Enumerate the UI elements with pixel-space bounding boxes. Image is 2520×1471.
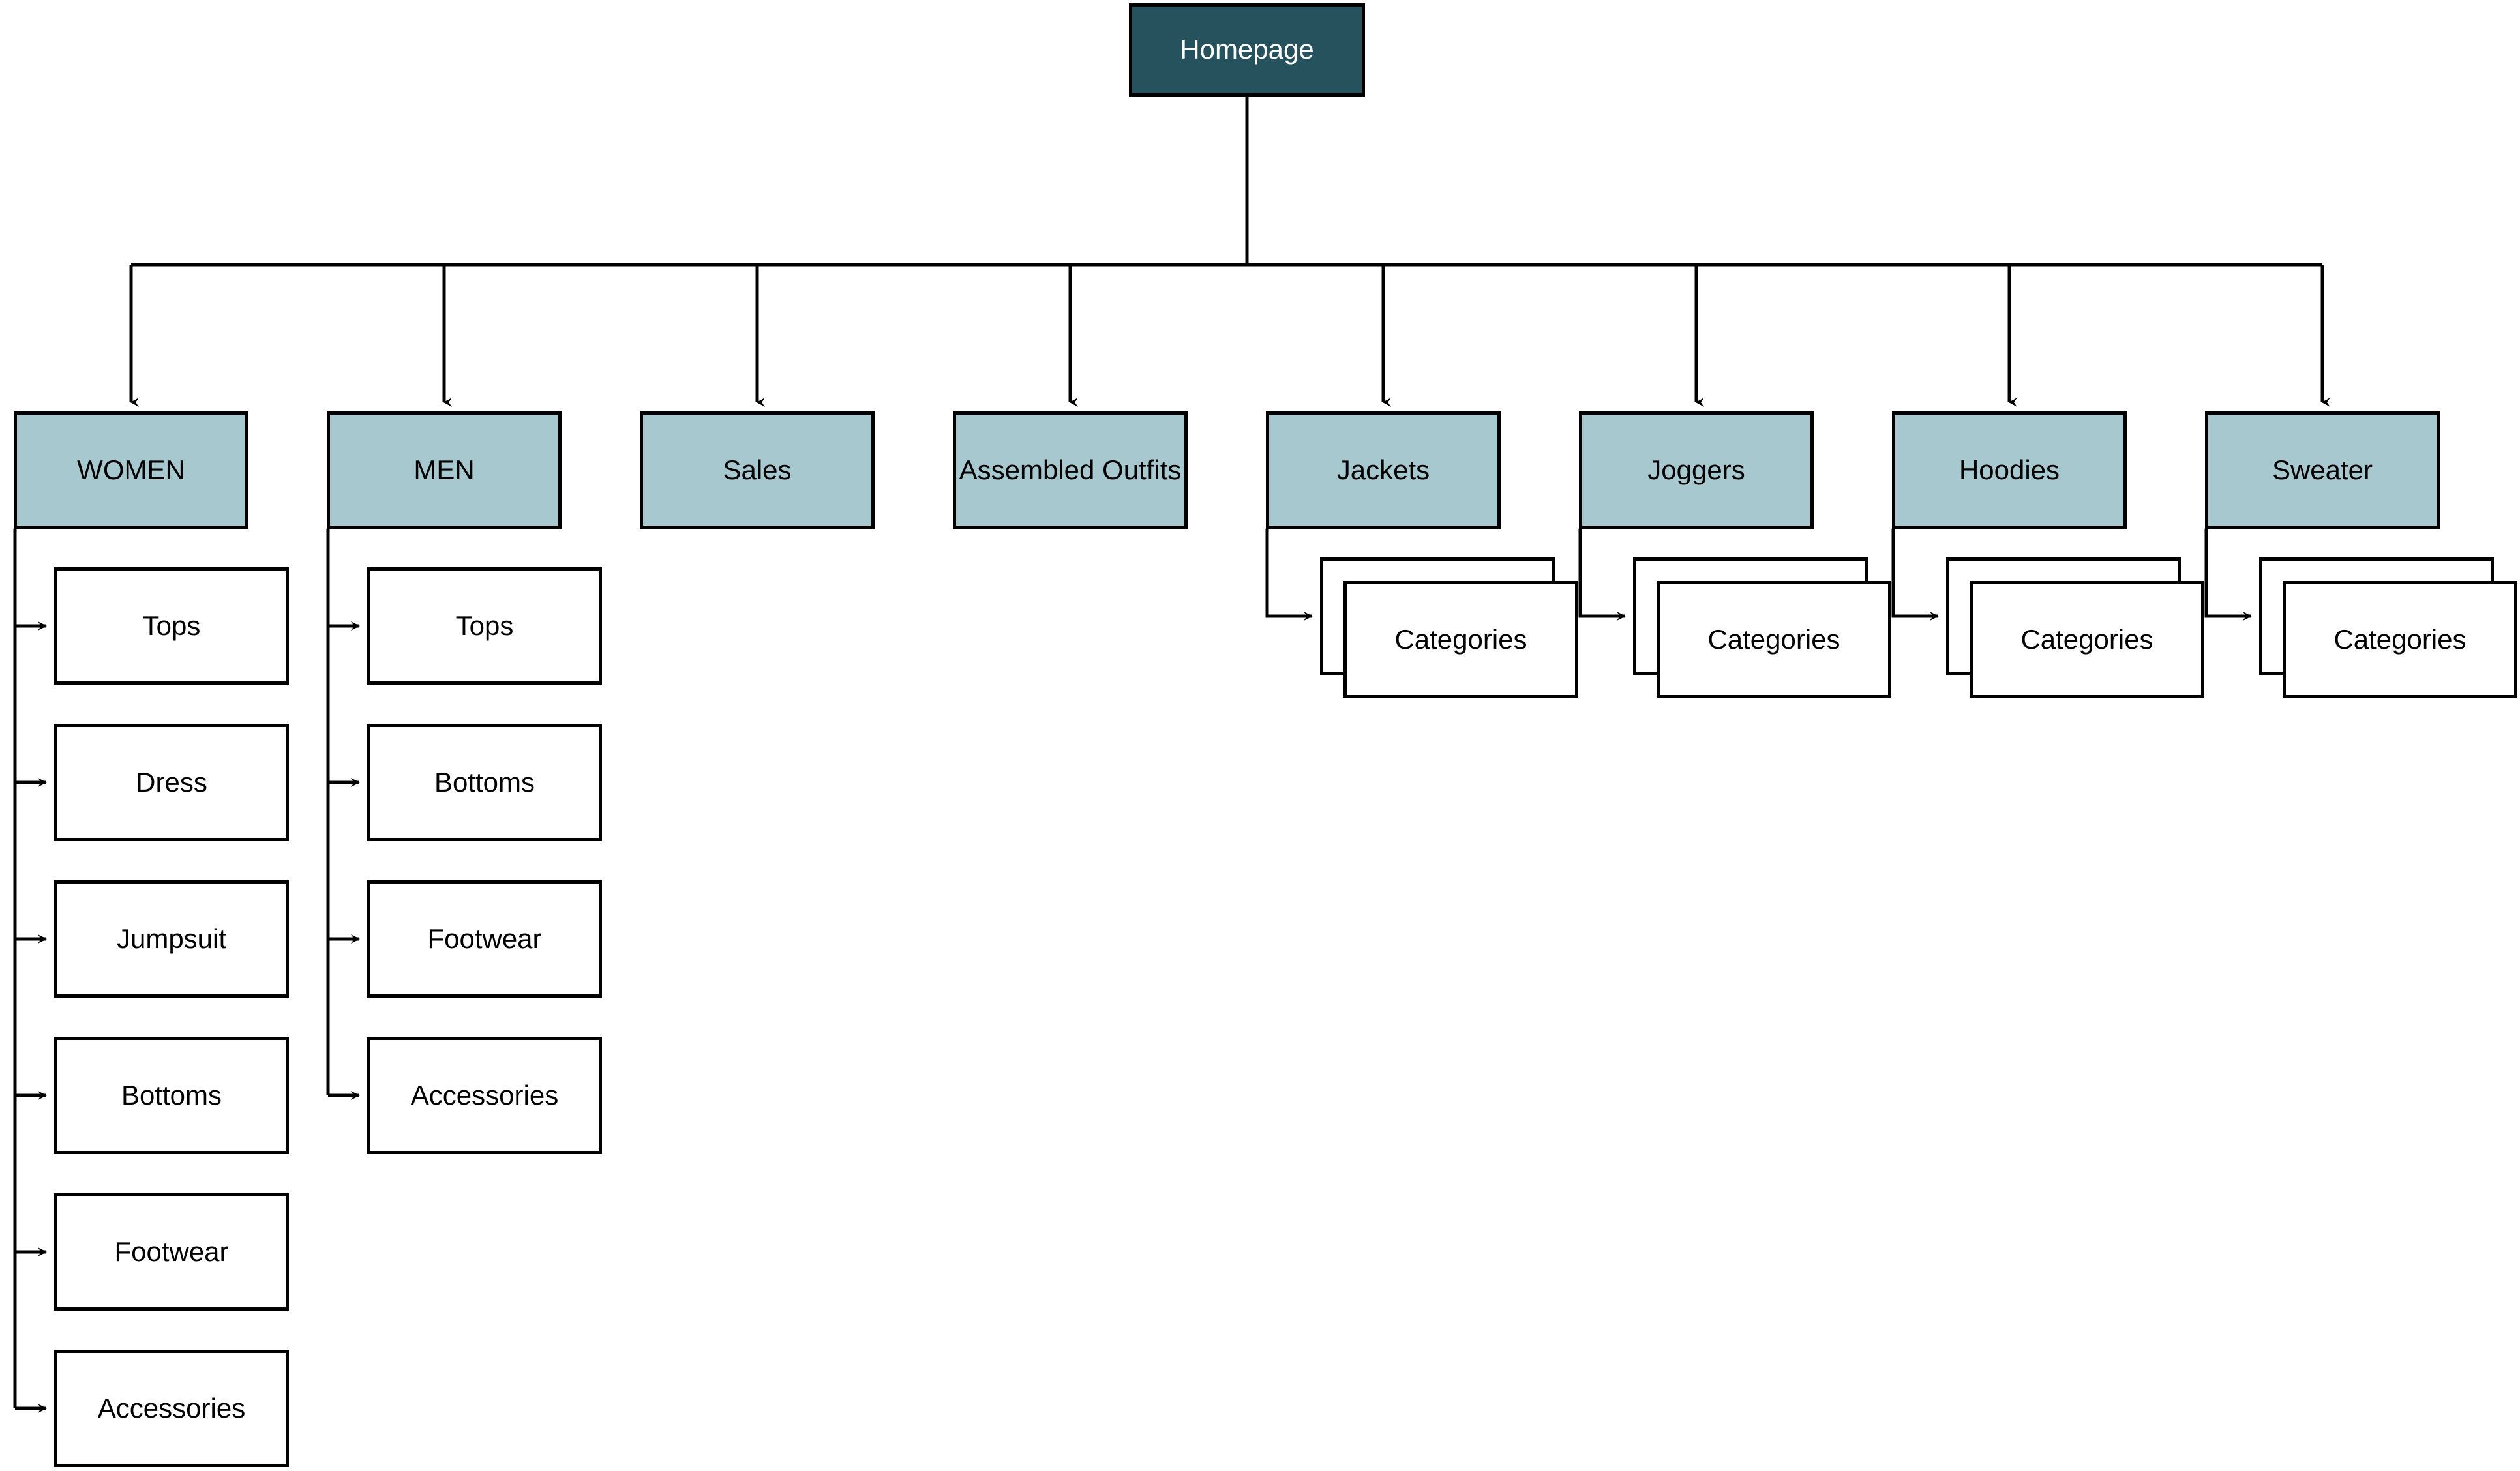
- node-jackets-categories-label: Categories: [1394, 623, 1527, 655]
- node-homepage[interactable]: Homepage: [1129, 3, 1365, 97]
- node-women-tops[interactable]: Tops: [54, 567, 289, 685]
- node-men-footwear[interactable]: Footwear: [367, 880, 602, 998]
- node-assembled-outfits-label: Assembled Outfits: [959, 454, 1182, 485]
- node-women[interactable]: WOMEN: [14, 411, 248, 529]
- node-sales-label: Sales: [723, 454, 792, 485]
- node-assembled-outfits[interactable]: Assembled Outfits: [953, 411, 1188, 529]
- sitemap-canvas: Homepage WOMEN Tops Dress Jumpsuit Bottoms Foo…: [0, 0, 2520, 1471]
- node-women-accessories-label: Accessories: [97, 1392, 246, 1423]
- node-hoodies-categories[interactable]: Categories: [1970, 581, 2204, 698]
- node-women-accessories[interactable]: Accessories: [54, 1350, 289, 1467]
- node-men-accessories-label: Accessories: [410, 1079, 559, 1110]
- edge-joggers-to-categories: [1578, 529, 1626, 621]
- node-sweater-categories-label: Categories: [2333, 623, 2467, 655]
- node-men-footwear-label: Footwear: [427, 923, 542, 954]
- node-women-bottoms[interactable]: Bottoms: [54, 1037, 289, 1154]
- node-men-bottoms-label: Bottoms: [434, 766, 535, 797]
- edge-hoodies-to-categories: [1891, 529, 1939, 621]
- node-women-jumpsuit-label: Jumpsuit: [116, 923, 227, 954]
- node-hoodies[interactable]: Hoodies: [1892, 411, 2127, 529]
- node-jackets-categories[interactable]: Categories: [1343, 581, 1578, 698]
- node-hoodies-categories-label: Categories: [2020, 623, 2153, 655]
- node-women-footwear[interactable]: Footwear: [54, 1193, 289, 1311]
- node-joggers-label: Joggers: [1647, 454, 1745, 485]
- node-men-tops[interactable]: Tops: [367, 567, 602, 685]
- node-women-jumpsuit[interactable]: Jumpsuit: [54, 880, 289, 998]
- node-jackets[interactable]: Jackets: [1266, 411, 1501, 529]
- node-hoodies-label: Hoodies: [1958, 454, 2060, 485]
- node-men-tops-label: Tops: [455, 610, 514, 641]
- edge-jackets-to-categories: [1265, 529, 1313, 621]
- node-sweater[interactable]: Sweater: [2205, 411, 2440, 529]
- node-women-footwear-label: Footwear: [114, 1236, 229, 1267]
- node-women-bottoms-label: Bottoms: [121, 1079, 222, 1110]
- node-women-tops-label: Tops: [142, 610, 201, 641]
- node-men-label: MEN: [413, 454, 475, 485]
- node-women-label: WOMEN: [77, 454, 185, 485]
- node-women-dress-label: Dress: [136, 766, 207, 797]
- node-sales[interactable]: Sales: [640, 411, 875, 529]
- node-men-bottoms[interactable]: Bottoms: [367, 724, 602, 841]
- node-men-accessories[interactable]: Accessories: [367, 1037, 602, 1154]
- node-joggers-categories[interactable]: Categories: [1657, 581, 1891, 698]
- node-women-dress[interactable]: Dress: [54, 724, 289, 841]
- node-jackets-label: Jackets: [1336, 454, 1430, 485]
- node-sweater-categories[interactable]: Categories: [2283, 581, 2517, 698]
- node-joggers-categories-label: Categories: [1707, 623, 1840, 655]
- node-men[interactable]: MEN: [327, 411, 562, 529]
- edge-sweater-to-categories: [2204, 529, 2252, 621]
- node-homepage-label: Homepage: [1180, 34, 1314, 65]
- node-sweater-label: Sweater: [2272, 454, 2373, 485]
- node-joggers[interactable]: Joggers: [1579, 411, 1814, 529]
